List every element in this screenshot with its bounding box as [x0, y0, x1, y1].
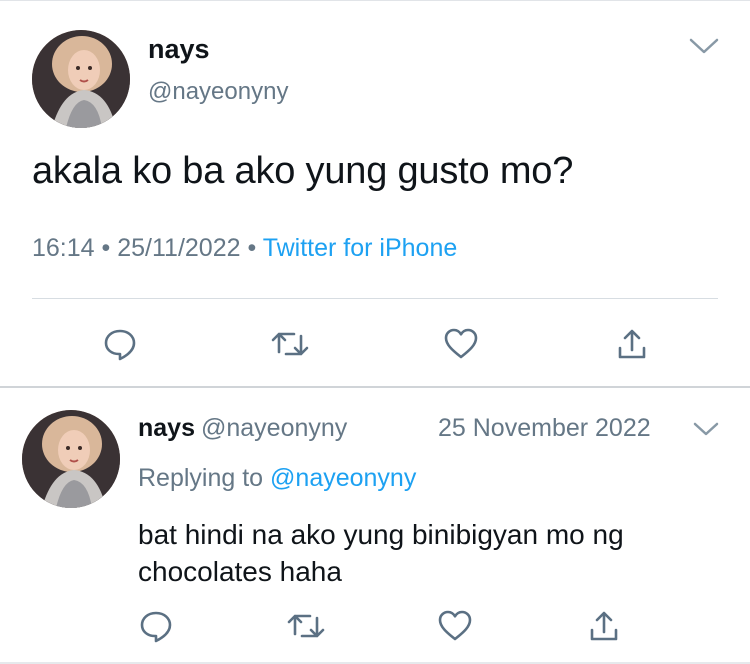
meta-separator: • [101, 234, 111, 262]
tweet-source-link[interactable]: Twitter for iPhone [263, 234, 458, 262]
chevron-down-icon[interactable] [688, 36, 720, 61]
tweet-text: akala ko ba ako yung gusto mo? [32, 150, 574, 192]
avatar[interactable] [32, 30, 130, 128]
replying-to-link[interactable]: @nayeonyny [270, 464, 416, 492]
display-name[interactable]: nays [148, 34, 210, 65]
meta-separator: • [247, 234, 257, 262]
retweet-icon[interactable] [270, 324, 310, 364]
tweet-text: bat hindi na ako yung binibigyan mo ng c… [138, 519, 624, 587]
retweet-icon[interactable] [286, 606, 326, 646]
reply-date: 25 November 2022 [438, 414, 651, 442]
top-divider [0, 0, 750, 1]
chevron-down-icon[interactable] [692, 420, 720, 443]
tweet-time: 16:14 [32, 234, 95, 262]
replying-to: Replying to @nayeonyny [138, 464, 416, 493]
meta-divider [32, 298, 718, 299]
reply-icon[interactable] [100, 324, 140, 364]
heart-icon[interactable] [435, 606, 475, 646]
tweet-date: 25/11/2022 [117, 234, 241, 262]
reply-icon[interactable] [136, 606, 176, 646]
tweet-meta: 16:14 • 25/11/2022 • Twitter for iPhone [32, 234, 457, 263]
display-name[interactable]: nays [138, 414, 195, 442]
user-handle[interactable]: @nayeonyny [148, 78, 288, 106]
share-icon[interactable] [584, 606, 624, 646]
tweet-divider [0, 386, 750, 388]
heart-icon[interactable] [441, 324, 481, 364]
user-handle[interactable]: @nayeonyny [201, 414, 347, 442]
reply-header: nays @nayeonyny [138, 414, 347, 443]
avatar[interactable] [22, 410, 120, 508]
replying-prefix: Replying to [138, 464, 264, 492]
share-icon[interactable] [612, 324, 652, 364]
